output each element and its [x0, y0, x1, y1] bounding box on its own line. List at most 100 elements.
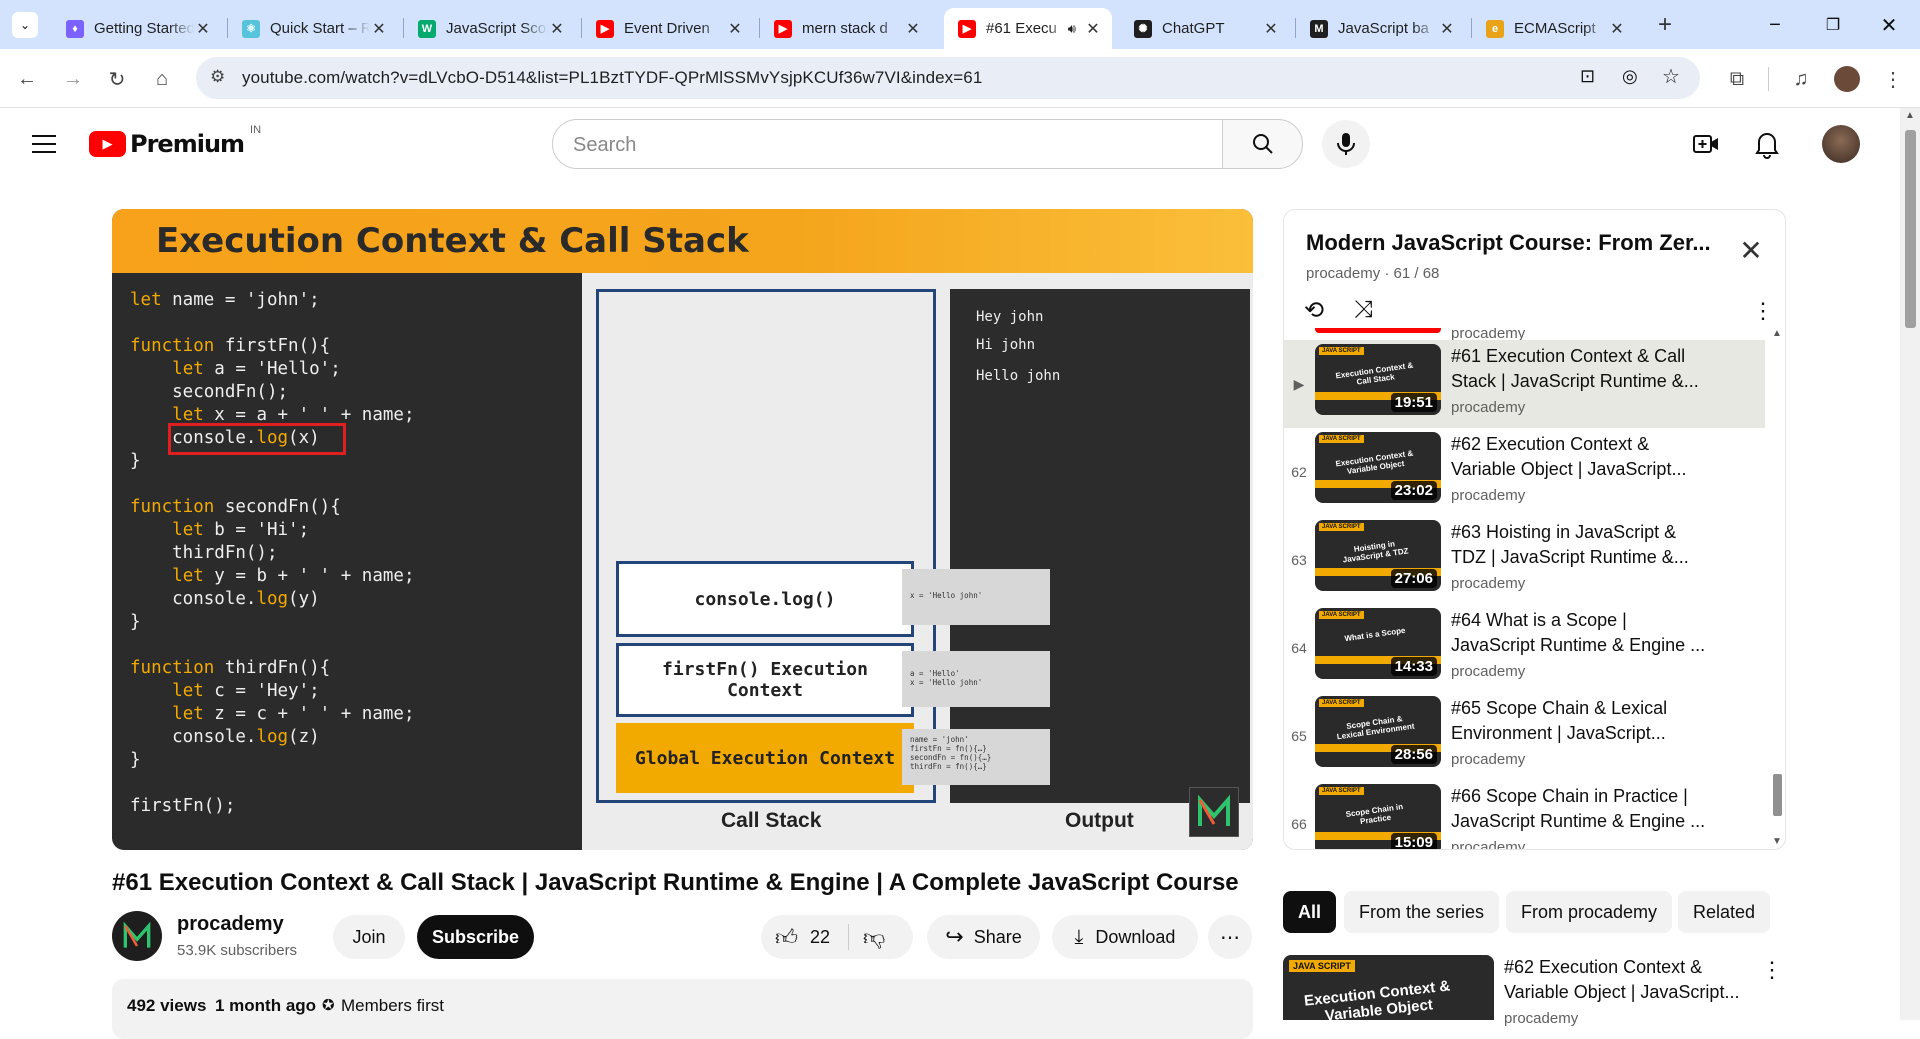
tab-title: JavaScript Scope — [446, 20, 548, 37]
tab-close-icon[interactable]: ✕ — [726, 19, 744, 39]
browser-tab[interactable]: ▶ Event Driven ✕ — [582, 8, 754, 49]
eye-off-icon[interactable]: ◎ — [1622, 66, 1638, 87]
reload-button[interactable]: ↻ — [102, 64, 132, 94]
audio-playing-icon[interactable]: 🔊︎ — [1068, 21, 1076, 37]
browser-tab[interactable]: ▶ mern stack d ✕ — [760, 8, 932, 49]
notifications-button[interactable] — [1754, 129, 1782, 159]
playlist-thumbnail[interactable]: JAVA SCRIPT Scope Chain in Practice 15:09 — [1315, 784, 1441, 849]
youtube-logo[interactable]: ▶ Premium IN — [89, 124, 261, 158]
shuffle-button[interactable]: ⤨ — [1354, 296, 1373, 324]
browser-tab[interactable]: ⚛ Quick Start – React✕ — [228, 8, 398, 49]
tab-search-button[interactable]: ⌄ — [12, 12, 38, 38]
address-bar[interactable]: ⚙ youtube.com/watch?v=dLVcbO-D514&list=P… — [196, 57, 1700, 99]
url-text[interactable]: youtube.com/watch?v=dLVcbO-D514&list=PL1… — [242, 68, 982, 88]
code-line: console.log(z) — [130, 727, 320, 747]
minimize-button[interactable]: − — [1760, 10, 1790, 40]
guide-menu-button[interactable] — [30, 130, 58, 158]
channel-name[interactable]: procademy — [177, 913, 284, 936]
tab-close-icon[interactable]: ✕ — [1262, 19, 1280, 39]
voice-search-button[interactable] — [1322, 120, 1370, 168]
playlist-item-title[interactable]: #65 Scope Chain & Lexical Environment | … — [1451, 696, 1711, 746]
chip-from-series[interactable]: From the series — [1344, 891, 1500, 933]
forward-button[interactable]: → — [58, 64, 88, 94]
video-player[interactable]: Execution Context & Call Stack let name … — [112, 209, 1253, 850]
playlist-title[interactable]: Modern JavaScript Course: From Zer... — [1306, 230, 1726, 256]
bookmark-star-icon[interactable]: ☆ — [1662, 64, 1680, 89]
chip-related[interactable]: Related — [1678, 891, 1771, 933]
playlist-scroll-area[interactable]: procademy ▶ JAVA SCRIPT Execution Context … — [1284, 328, 1785, 849]
playlist-menu-button[interactable]: ⋮ — [1752, 298, 1774, 324]
back-button[interactable]: ← — [12, 64, 42, 94]
tab-close-icon[interactable]: ✕ — [1608, 19, 1626, 39]
search-button[interactable] — [1222, 119, 1303, 169]
page-scrollbar[interactable]: ▲ — [1900, 108, 1920, 1020]
playlist-item-title[interactable]: #63 Hoisting in JavaScript & TDZ | JavaS… — [1451, 520, 1711, 570]
join-button[interactable]: Join — [333, 915, 405, 959]
tab-close-icon[interactable]: ✕ — [1438, 19, 1456, 39]
channel-avatar[interactable] — [112, 911, 162, 961]
playlist-item-title[interactable]: #61 Execution Context & Call Stack | Jav… — [1451, 344, 1711, 394]
browser-tab[interactable]: ▶ #61 Execu 🔊︎ ✕ — [944, 8, 1112, 49]
tab-close-icon[interactable]: ✕ — [904, 19, 922, 39]
playlist-item[interactable]: 63 JAVA SCRIPT Hoisting in JavaScript & TD… — [1284, 516, 1765, 604]
playlist-item[interactable]: 66 JAVA SCRIPT Scope Chain in Practice 15:0… — [1284, 780, 1765, 849]
download-button[interactable]: ⤓ Download — [1052, 915, 1198, 959]
scroll-up-arrow[interactable]: ▲ — [1905, 110, 1915, 121]
playlist-item[interactable]: 64 JAVA SCRIPT What is a Scope 14:33 #64 Wha… — [1284, 604, 1765, 692]
new-tab-button[interactable]: + — [1652, 11, 1678, 38]
playlist-item[interactable]: 62 JAVA SCRIPT Execution Context & Variabl… — [1284, 428, 1765, 516]
subscribe-button[interactable]: Subscribe — [417, 915, 534, 959]
search-input[interactable]: Search — [552, 119, 1223, 169]
playlist-item-title[interactable]: #64 What is a Scope | JavaScript Runtime… — [1451, 608, 1711, 658]
playlist-thumbnail[interactable]: JAVA SCRIPT Scope Chain & Lexical Environ… — [1315, 696, 1441, 767]
recommended-menu-button[interactable]: ⋮ — [1761, 957, 1783, 983]
profile-avatar-button[interactable] — [1832, 64, 1862, 94]
scroll-down-arrow[interactable]: ▼ — [1772, 836, 1782, 847]
like-button[interactable]: 👍︎ 22 — [775, 924, 830, 951]
playlist-item[interactable]: 65 JAVA SCRIPT Scope Chain & Lexical Envir… — [1284, 692, 1765, 780]
media-control-button[interactable]: ♫ — [1786, 64, 1816, 94]
playlist-item-title[interactable]: #66 Scope Chain in Practice | JavaScript… — [1451, 784, 1711, 834]
recommended-title[interactable]: #62 Execution Context & Variable Object … — [1504, 955, 1744, 1005]
restore-button[interactable]: ❐ — [1818, 10, 1848, 40]
playlist-thumbnail[interactable]: JAVA SCRIPT Execution Context & Variable … — [1315, 432, 1441, 503]
playlist-item-title[interactable]: #62 Execution Context & Variable Object … — [1451, 432, 1711, 482]
browser-tab[interactable]: e ECMAScript ✕ — [1472, 8, 1636, 49]
browser-tab[interactable]: M JavaScript ba ✕ — [1296, 8, 1466, 49]
tab-close-icon[interactable]: ✕ — [1084, 19, 1102, 39]
browser-menu-button[interactable]: ⋮ — [1878, 64, 1908, 94]
chip-all[interactable]: All — [1283, 891, 1337, 933]
extensions-button[interactable]: ⧉ — [1722, 64, 1752, 94]
browser-tab[interactable]: ♦ Getting Started ✕ — [52, 8, 222, 49]
dislike-button[interactable]: 👎︎ — [863, 924, 885, 951]
tab-close-icon[interactable]: ✕ — [370, 19, 388, 39]
loop-button[interactable]: ⟲ — [1304, 296, 1324, 325]
create-button[interactable] — [1692, 130, 1720, 158]
output-line: Hi john — [976, 337, 1036, 353]
scroll-thumb[interactable] — [1773, 774, 1782, 816]
playlist-thumbnail[interactable]: JAVA SCRIPT Hoisting in JavaScript & TDZ 2… — [1315, 520, 1441, 591]
channel-watermark[interactable] — [1189, 787, 1239, 837]
scroll-thumb[interactable] — [1905, 130, 1916, 328]
playlist-close-button[interactable]: ✕ — [1736, 236, 1766, 266]
playlist-thumbnail[interactable]: JAVA SCRIPT What is a Scope 14:33 — [1315, 608, 1441, 679]
tab-close-icon[interactable]: ✕ — [548, 19, 566, 39]
home-button[interactable]: ⌂ — [147, 64, 177, 94]
site-info-icon[interactable]: ⚙ — [210, 67, 225, 87]
close-window-button[interactable]: ✕ — [1874, 10, 1904, 40]
recommended-item[interactable]: JAVA SCRIPT Execution Context & Variable… — [1283, 955, 1783, 1027]
playlist-scrollbar[interactable]: ▲ ▼ — [1768, 328, 1785, 849]
playlist-item[interactable]: ▶ JAVA SCRIPT Execution Context & Call Sta… — [1284, 340, 1765, 428]
scroll-up-arrow[interactable]: ▲ — [1772, 328, 1782, 339]
description-box[interactable]: 492 views 1 month ago ✪ Members first — [112, 979, 1253, 1039]
tab-close-icon[interactable]: ✕ — [194, 19, 212, 39]
account-avatar[interactable] — [1822, 125, 1860, 163]
playlist-thumbnail[interactable]: JAVA SCRIPT Execution Context & Call Stac… — [1315, 344, 1441, 415]
share-button[interactable]: ↪ Share — [927, 915, 1040, 959]
thumbnail-text: Scope Chain in Practice — [1345, 802, 1404, 827]
browser-tab[interactable]: W JavaScript Scope✕ — [404, 8, 576, 49]
chip-from-procademy[interactable]: From procademy — [1506, 891, 1673, 933]
install-app-icon[interactable]: ⊡ — [1580, 66, 1595, 87]
browser-tab[interactable]: ✺ ChatGPT ✕ — [1120, 8, 1290, 49]
more-actions-button[interactable]: ⋯ — [1208, 915, 1252, 959]
